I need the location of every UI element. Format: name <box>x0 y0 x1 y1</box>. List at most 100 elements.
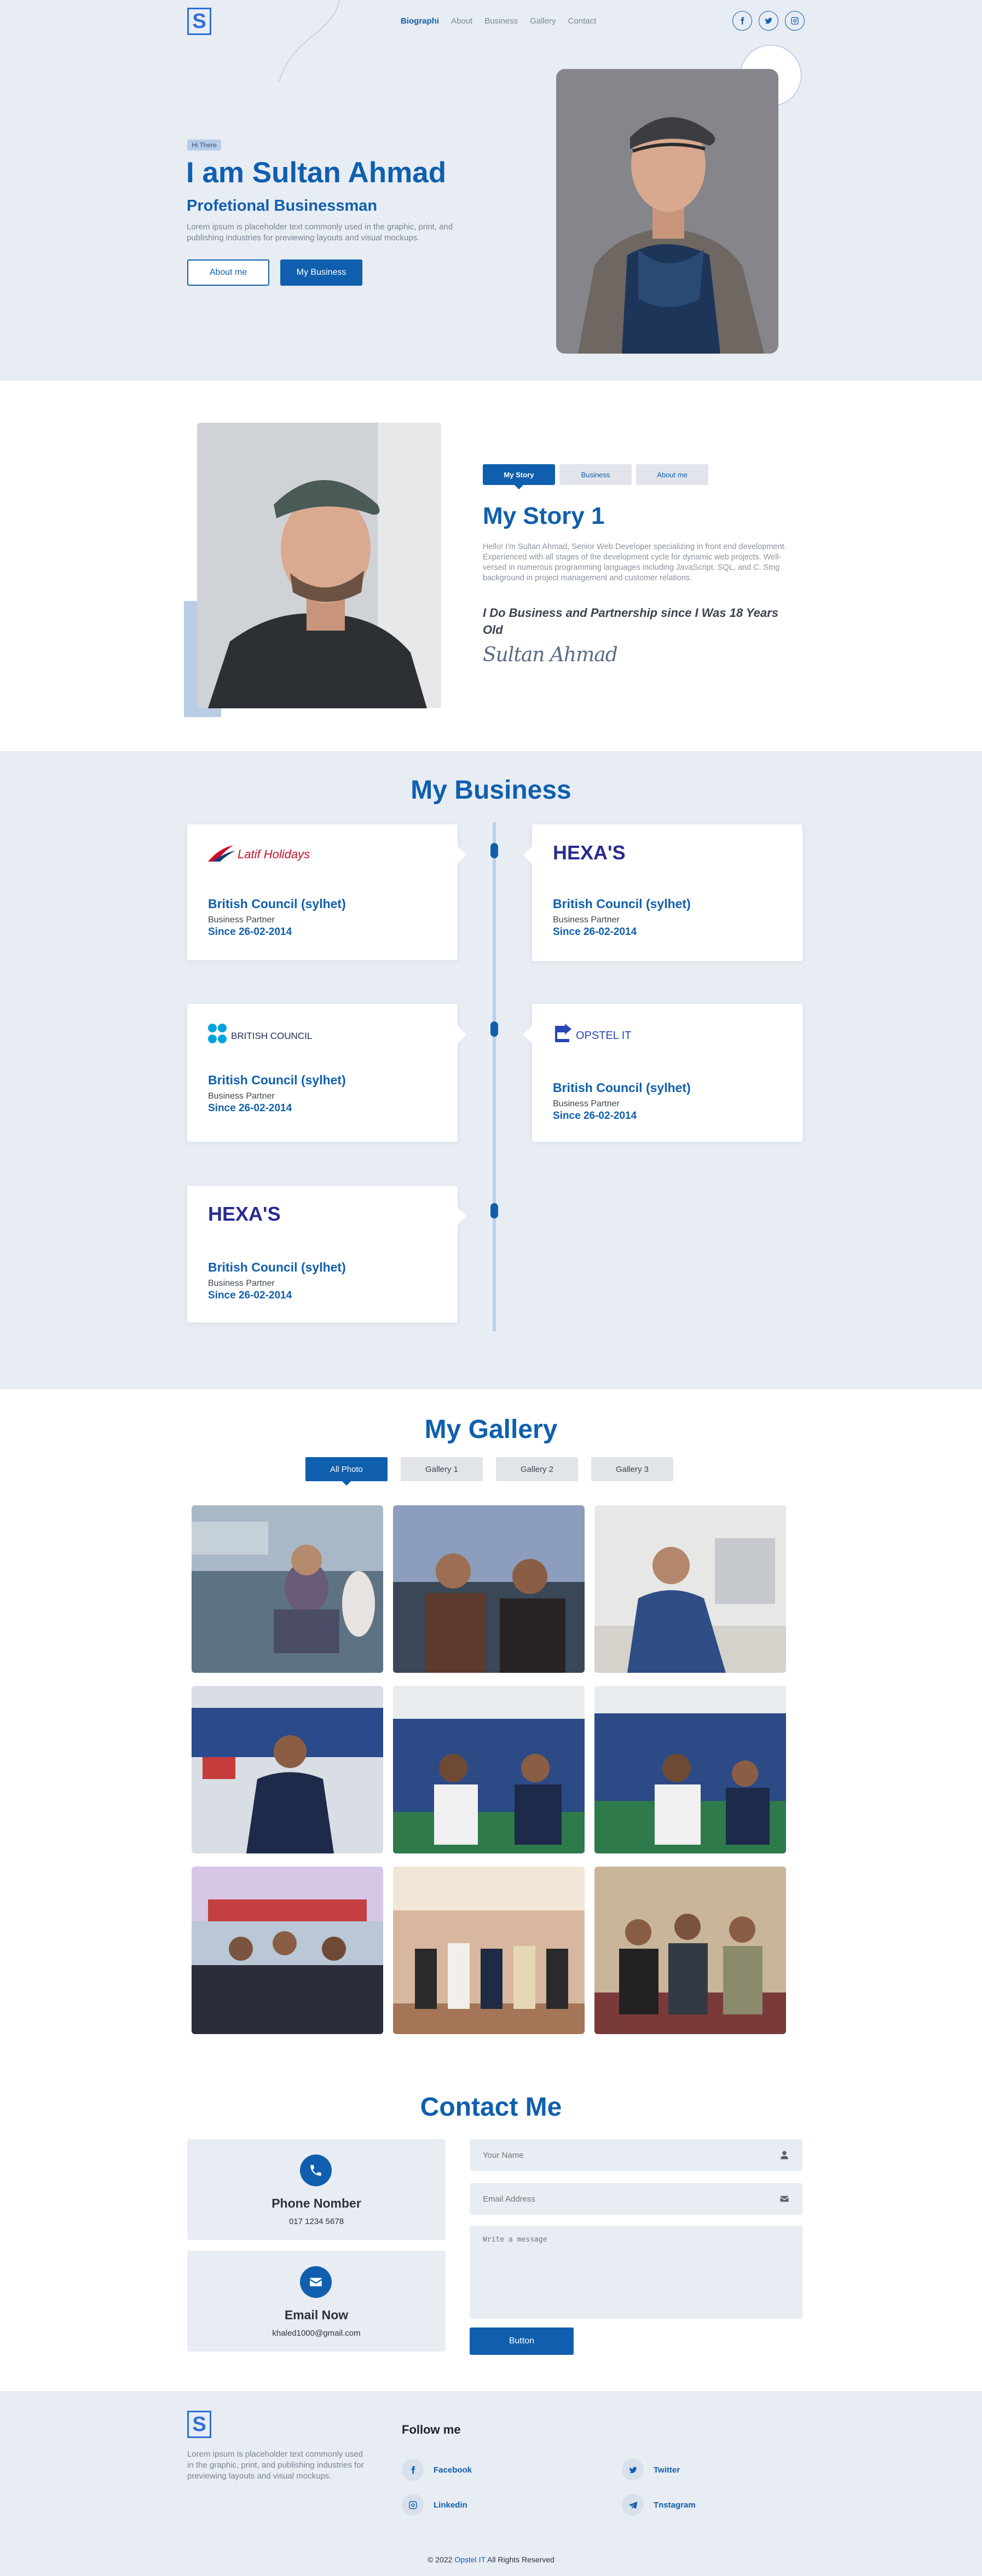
tab-about-me[interactable]: About me <box>636 464 708 485</box>
email-title: Email Now <box>284 2308 349 2322</box>
business-card[interactable]: HEXA'S British Council (sylhet) Business… <box>523 824 802 961</box>
footer-description: Lorem ipsum is placeholder text commonly… <box>187 2450 364 2481</box>
logo-letter: S <box>192 9 206 33</box>
footer-logo-letter: S <box>192 2412 206 2436</box>
twitter-icon <box>622 2459 644 2481</box>
timeline-dot <box>490 1021 498 1037</box>
footer-logo[interactable]: S <box>187 2411 211 2438</box>
hero-description: Lorem ipsum is placeholder text commonly… <box>187 222 453 242</box>
timeline-dot <box>490 1203 498 1218</box>
opstel-it-logo-text: OPSTEL IT <box>576 1030 632 1042</box>
card-role: Business Partner <box>553 1099 620 1108</box>
contact-section: Contact Me Phone Nomber 017 1234 5678 Em… <box>0 2066 982 2391</box>
timeline-dot <box>490 843 498 858</box>
tab-gallery-1[interactable]: Gallery 1 <box>401 1457 483 1481</box>
hexas-logo: HEXA'S <box>208 1204 281 1225</box>
tab-gallery-2[interactable]: Gallery 2 <box>496 1457 578 1481</box>
instagram-icon[interactable] <box>785 11 805 31</box>
british-council-logo-text: BRITISH COUNCIL <box>231 1031 312 1041</box>
card-company-name: British Council (sylhet) <box>208 1260 346 1274</box>
envelope-icon <box>780 2196 789 2202</box>
gallery-section: My Gallery All Photo Gallery 1 Gallery 2… <box>0 1389 982 2066</box>
tab-all-photo[interactable]: All Photo <box>305 1457 388 1486</box>
opstel-it-logo: OPSTEL IT <box>555 1024 632 1042</box>
facebook-icon <box>402 2459 424 2481</box>
copyright-brand-link[interactable]: Opstel IT <box>454 2555 486 2564</box>
email-card: Email Now khaled1000@gmail.com <box>187 2251 446 2352</box>
page: S Biographi About Business Gallery Conta… <box>0 0 982 2576</box>
card-role: Business Partner <box>208 915 275 925</box>
card-since: Since 26-02-2014 <box>208 1290 292 1301</box>
british-council-logo: BRITISH COUNCIL <box>208 1024 312 1043</box>
copyright: © 2022 Opstel IT All Rights Reserved <box>0 2555 982 2564</box>
story-quote: I Do Business and Partnership since I Wa… <box>483 606 779 637</box>
card-since: Since 26-02-2014 <box>553 1110 637 1122</box>
hero-title: I am Sultan Ahmad <box>186 157 447 189</box>
logo[interactable]: S <box>187 8 211 35</box>
email-field[interactable] <box>470 2183 802 2215</box>
gallery-photo[interactable] <box>594 1505 786 1673</box>
gallery-photo[interactable] <box>393 1686 585 1853</box>
footer-link-facebook[interactable]: Facebook <box>402 2459 472 2481</box>
facebook-icon[interactable] <box>732 11 752 31</box>
card-role: Business Partner <box>208 1279 275 1288</box>
hero-portrait <box>556 69 778 354</box>
footer-link-twitter[interactable]: Twitter <box>622 2459 680 2481</box>
about-me-button[interactable]: About me <box>187 259 269 286</box>
card-company-name: British Council (sylhet) <box>553 897 691 911</box>
telegram-icon <box>622 2494 644 2516</box>
tab-my-story[interactable]: My Story <box>483 464 555 489</box>
tab-business[interactable]: Business <box>559 464 632 485</box>
email-address: khaled1000@gmail.com <box>272 2329 361 2338</box>
business-card[interactable]: Latif Holidays British Council (sylhet) … <box>187 824 466 960</box>
business-card[interactable]: BRITISH COUNCIL British Council (sylhet)… <box>187 1004 466 1142</box>
user-icon <box>781 2151 788 2159</box>
footer-link-label: Facebook <box>434 2465 472 2475</box>
gallery-photo[interactable] <box>594 1867 786 2034</box>
hero-subtitle: Profetional Businessman <box>187 197 378 215</box>
story-portrait <box>197 423 441 708</box>
gallery-photo[interactable] <box>393 1867 585 2034</box>
tab-gallery-3[interactable]: Gallery 3 <box>591 1457 673 1481</box>
main-nav: Biographi About Business Gallery Contact <box>401 16 596 26</box>
name-field[interactable] <box>470 2139 802 2171</box>
story-section: My Story Business About me My Story 1 He… <box>0 381 982 751</box>
footer-link-linkedin[interactable]: Linkedin <box>402 2494 467 2516</box>
gallery-photo[interactable] <box>192 1686 383 1853</box>
social-links-header <box>732 11 805 31</box>
nav-item-business[interactable]: Business <box>484 16 518 26</box>
instagram-icon <box>402 2494 424 2516</box>
phone-title: Phone Nomber <box>272 2196 361 2210</box>
gallery-photo[interactable] <box>393 1505 585 1673</box>
nav-item-about[interactable]: About <box>451 16 472 26</box>
gallery-photo[interactable] <box>192 1505 383 1673</box>
my-business-button[interactable]: My Business <box>280 259 362 286</box>
submit-button[interactable]: Button <box>470 2327 574 2355</box>
story-text: Hello! I'm Sultan Ahmad, Senior Web Deve… <box>483 542 787 582</box>
card-role: Business Partner <box>553 915 620 925</box>
envelope-icon <box>300 2266 332 2298</box>
twitter-icon[interactable] <box>759 11 778 31</box>
business-title: My Business <box>411 776 571 805</box>
gallery-title: My Gallery <box>424 1415 558 1444</box>
contact-title: Contact Me <box>420 2093 562 2122</box>
business-card[interactable]: OPSTEL IT British Council (sylhet) Busin… <box>523 1004 802 1142</box>
footer-link-instagram[interactable]: Tnstagram <box>622 2494 696 2516</box>
copyright-prefix: © 2022 <box>428 2555 453 2564</box>
card-since: Since 26-02-2014 <box>208 1102 292 1114</box>
footer-link-label: Twitter <box>654 2465 680 2475</box>
business-card[interactable]: HEXA'S British Council (sylhet) Business… <box>187 1186 466 1322</box>
nav-item-contact[interactable]: Contact <box>568 16 597 26</box>
decorative-curve <box>279 0 340 82</box>
nav-item-gallery[interactable]: Gallery <box>530 16 556 26</box>
message-field[interactable] <box>470 2226 802 2319</box>
nav-item-biographi[interactable]: Biographi <box>401 16 439 26</box>
gallery-photo[interactable] <box>192 1867 383 2034</box>
hexas-logo-text: HEXA'S <box>208 1204 281 1225</box>
hexas-logo-text: HEXA'S <box>553 843 626 864</box>
footer: S Lorem ipsum is placeholder text common… <box>0 2391 982 2576</box>
card-company-name: British Council (sylhet) <box>553 1081 691 1095</box>
latif-holidays-logo-text: Latif Holidays <box>238 847 310 861</box>
gallery-photo[interactable] <box>594 1686 786 1853</box>
signature: Sultan Ahmad <box>483 644 618 666</box>
